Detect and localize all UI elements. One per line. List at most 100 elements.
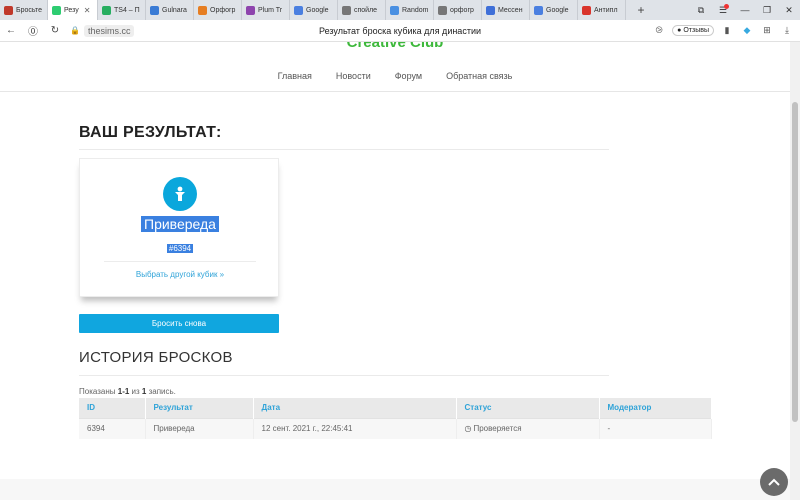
tab-favicon-icon (294, 5, 303, 15)
history-heading: ИСТОРИЯ БРОСКОВ (79, 349, 233, 366)
browser-tab[interactable]: Резу ✕ (48, 0, 98, 20)
menu-item-forum[interactable]: Форум (395, 71, 422, 81)
history-table: ID Результат Дата Статус Модератор 6394 … (79, 398, 712, 439)
tab-label: Google (546, 6, 569, 14)
tab-favicon-icon (438, 5, 447, 15)
browser-tab[interactable]: Google (530, 0, 578, 20)
tab-search-icon[interactable]: ⧉ (690, 0, 712, 20)
new-tab-button[interactable]: + (632, 2, 650, 18)
browser-tab-strip: Бросьте Резу ✕ TS4 – П Gulnara Орфогр Plum Tr G… (0, 0, 800, 20)
bookmark-icon[interactable]: ▮ (720, 25, 734, 36)
result-id: #6394 (80, 238, 280, 256)
result-name-text: Привереда (141, 216, 219, 232)
summary-suffix: запись. (146, 387, 176, 396)
tab-label: Random (402, 6, 429, 14)
notifications-icon[interactable]: ☰ (712, 0, 734, 20)
site-logo[interactable]: Creative Club (0, 42, 790, 51)
menu-item-home[interactable]: Главная (278, 71, 312, 81)
tab-label: Plum Tr (258, 6, 283, 14)
minimize-button[interactable]: — (734, 0, 756, 20)
clock-icon: ◷ (464, 424, 472, 434)
page-scrollbar[interactable] (790, 42, 800, 500)
browser-tab[interactable]: TS4 – П (98, 0, 146, 20)
browser-tab[interactable]: Gulnara (146, 0, 194, 20)
result-heading: ВАШ РЕЗУЛЬТАТ: (79, 124, 222, 141)
url-text[interactable]: thesims.cc (83, 24, 135, 37)
status-text: Проверяется (473, 424, 522, 434)
close-window-button[interactable]: ✕ (778, 0, 800, 20)
feedback-button[interactable]: ● Отзывы (672, 25, 714, 36)
browser-tab[interactable]: Google (290, 0, 338, 20)
tab-label: Антипл (594, 6, 618, 14)
tab-favicon-icon (150, 5, 159, 15)
browser-tab[interactable]: Plum Tr (242, 0, 290, 20)
cell-result: Привереда (145, 417, 254, 439)
result-card: Привереда #6394 Выбрать другой кубик » (79, 158, 279, 297)
tab-favicon-icon (534, 5, 543, 15)
tab-favicon-icon (342, 5, 351, 15)
site-header: Creative Club Главная Новости Форум Обра… (0, 42, 790, 92)
back-icon[interactable]: ← (0, 20, 22, 42)
address-bar-tools: ⧁ ● Отзывы ▮ ◆ ⊞ ⤓ (652, 25, 800, 36)
cell-id: 6394 (79, 417, 146, 439)
person-icon (175, 186, 185, 201)
column-header-moderator[interactable]: Модератор (599, 398, 712, 418)
translate-icon[interactable]: ⧁ (652, 25, 666, 36)
lock-icon: 🔒 (70, 26, 80, 35)
browser-tab[interactable]: Орфогр (194, 0, 242, 20)
browser-tab[interactable]: Антипл (578, 0, 626, 20)
feedback-label: Отзывы (683, 27, 709, 34)
browser-tab[interactable]: спойле (338, 0, 386, 20)
cell-status: ◷ Проверяется (456, 417, 600, 439)
choose-another-dice-link[interactable]: Выбрать другой кубик » (80, 270, 280, 279)
tab-favicon-icon (102, 5, 111, 15)
scroll-to-top-button[interactable] (760, 468, 788, 496)
menu-item-news[interactable]: Новости (336, 71, 371, 81)
cell-date: 12 сент. 2021 г., 22:45:41 (253, 417, 457, 439)
summary-mid: из (129, 387, 142, 396)
summary-range: 1-1 (117, 387, 130, 396)
page-viewport: Creative Club Главная Новости Форум Обра… (0, 42, 790, 500)
tab-label: Резу (64, 6, 79, 14)
address-bar: Результат броска кубика для династии ← ⓪… (0, 20, 800, 42)
tab-favicon-icon (486, 5, 495, 15)
column-header-date[interactable]: Дата (253, 398, 457, 418)
roll-again-button[interactable]: Бросить снова (79, 314, 279, 333)
table-row: 6394 Привереда 12 сент. 2021 г., 22:45:4… (79, 417, 712, 439)
chevron-up-icon (768, 478, 780, 486)
speech-bubble-icon: ● (677, 27, 682, 34)
reload-icon[interactable]: ↻ (44, 20, 66, 42)
collections-icon[interactable]: ⊞ (760, 25, 774, 36)
scrollbar-thumb[interactable] (792, 102, 798, 422)
cell-moderator: - (599, 417, 712, 439)
browser-tab[interactable]: Бросьте (0, 0, 48, 20)
divider (79, 149, 609, 150)
column-header-status[interactable]: Статус (456, 398, 600, 418)
tab-favicon-icon (4, 5, 13, 15)
result-id-text: #6394 (166, 244, 194, 253)
yandex-icon[interactable]: ⓪ (22, 20, 44, 42)
column-header-id[interactable]: ID (79, 398, 146, 418)
tab-label: спойле (354, 6, 378, 14)
tab-label: Орфогр (210, 6, 236, 14)
main-menu: Главная Новости Форум Обратная связь (0, 71, 790, 81)
history-summary: Показаны 1-1 из 1 запись. (79, 387, 176, 396)
tab-favicon-icon (246, 5, 255, 15)
card-divider (104, 261, 256, 262)
alice-icon[interactable]: ◆ (740, 25, 754, 36)
tab-close-icon[interactable]: ✕ (84, 6, 91, 15)
dice-result-icon (163, 177, 197, 211)
tab-label: TS4 – П (114, 6, 140, 14)
maximize-button[interactable]: ❐ (756, 0, 778, 20)
tab-label: Gulnara (162, 6, 187, 14)
browser-tab[interactable]: орфогр (434, 0, 482, 20)
column-header-result[interactable]: Результат (145, 398, 254, 418)
tab-label: Мессен (498, 6, 523, 14)
browser-tab[interactable]: Мессен (482, 0, 530, 20)
url-box[interactable]: 🔒 thesims.cc (70, 24, 135, 37)
download-icon[interactable]: ⤓ (780, 25, 794, 36)
tab-favicon-icon (52, 5, 61, 15)
menu-item-feedback[interactable]: Обратная связь (446, 71, 512, 81)
browser-tab[interactable]: Random (386, 0, 434, 20)
tab-favicon-icon (582, 5, 591, 15)
